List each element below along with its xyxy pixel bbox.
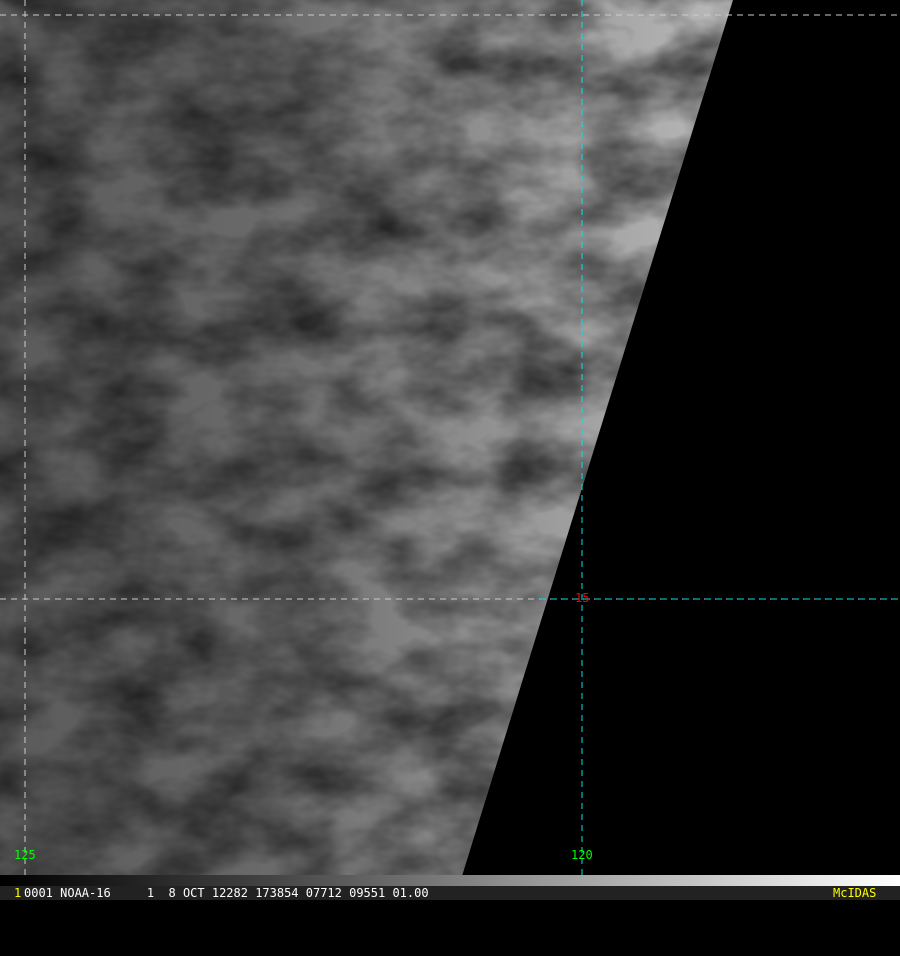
satellite-image-viewer: 15 125 120 1 0001 NOAA-16 1 8 OCT 12282 … <box>0 0 900 900</box>
lon-label-120: 120 <box>571 848 593 862</box>
color-scale-bar <box>0 875 900 886</box>
image-info-bar: 1 0001 NOAA-16 1 8 OCT 12282 173854 0771… <box>0 886 900 900</box>
lat-label-15: 15 <box>575 591 590 605</box>
satellite-swath-image <box>0 0 900 876</box>
mcidas-brand: McIDAS <box>833 886 877 900</box>
image-header-text: 0001 NOAA-16 1 8 OCT 12282 173854 07712 … <box>24 886 429 900</box>
frame-number: 1 <box>14 886 22 900</box>
lon-label-125: 125 <box>14 848 36 862</box>
